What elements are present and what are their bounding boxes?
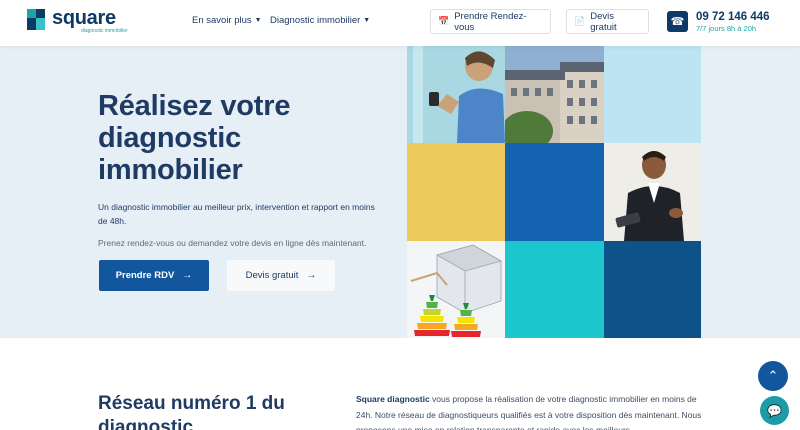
color-tile-yellow [407,143,505,241]
hero-free-quote-label: Devis gratuit [245,270,299,281]
chevron-down-icon: ▼ [254,17,262,24]
calendar-icon: 📅 [438,16,450,26]
section-text: Square diagnostic vous propose la réalis… [356,392,708,430]
arrow-right-icon: → [182,270,193,281]
arrow-right-icon: → [306,270,317,281]
nav-item-en-savoir-plus[interactable]: En savoir plus ▼ [192,15,262,26]
section-text-brand: Square diagnostic [356,394,430,404]
nav-item-label: En savoir plus [192,15,252,26]
free-quote-button-label: Devis gratuit [590,10,617,33]
logo-tagline: diagnostic immobilier [81,28,128,34]
phone-number[interactable]: 09 72 146 446 [696,11,770,23]
logo-mark-icon [27,9,47,31]
document-icon: 📄 [574,16,586,26]
chevron-up-icon: ⌃ [767,368,779,383]
book-appointment-label: Prendre RDV [115,270,175,281]
hero-description: Un diagnostic immobilier au meilleur pri… [98,202,375,226]
color-tile-cyan [505,241,604,338]
book-appointment-button[interactable]: Prendre RDV → [99,260,209,291]
site-header: square diagnostic immobilier En savoir p… [0,0,800,46]
logo-name: square [52,7,116,29]
scroll-to-top-button[interactable]: ⌃ [758,361,788,391]
color-tile-navy [604,241,701,338]
phone-icon[interactable]: ☎ [667,11,688,32]
photo-building [505,46,604,143]
appointment-button[interactable]: 📅 Prendre Rendez-vous [430,9,551,34]
color-tile-light-blue [604,46,701,143]
chat-bubble-icon: 💬 [767,403,782,418]
chat-button[interactable]: 💬 [760,396,789,425]
hero-free-quote-button[interactable]: Devis gratuit → [227,260,335,291]
appointment-button-label: Prendre Rendez-vous [454,10,527,33]
hero-note: Prenez rendez-vous ou demandez votre dev… [98,238,367,248]
photo-agent-with-tablet [604,143,701,241]
illustration-energy-label [407,241,505,338]
phone-hours: 7/7 jours 8h à 20h [696,24,757,33]
hero-title: Réalisez votre diagnostic immobilier [98,90,291,186]
color-tile-blue [505,143,604,241]
nav-item-diagnostic-immobilier[interactable]: Diagnostic immobilier ▼ [270,15,370,26]
section-title: Réseau numéro 1 du diagnostic [98,393,285,430]
photo-technician [407,46,505,143]
free-quote-button[interactable]: 📄 Devis gratuit [566,9,649,34]
nav-item-label: Diagnostic immobilier [270,15,361,26]
chevron-down-icon: ▼ [363,17,371,24]
